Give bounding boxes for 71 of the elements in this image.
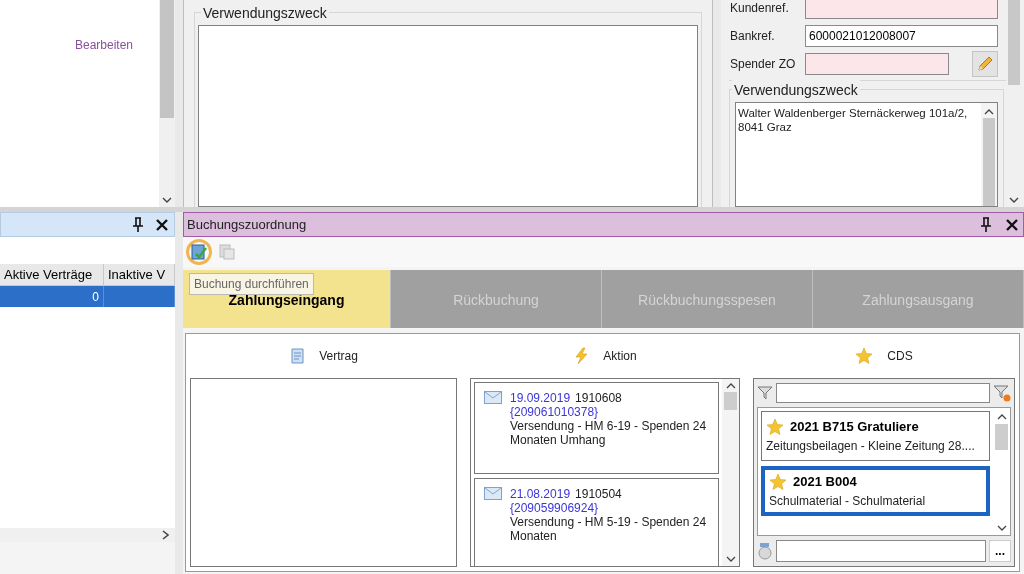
- input-field[interactable]: [776, 540, 986, 562]
- scroll-thumb[interactable]: [983, 118, 995, 206]
- text-area[interactable]: Walter Waldenberger Sternäckerweg 101a/2, 8041 Graz: [735, 102, 998, 207]
- column-header[interactable]: Inaktive V: [104, 264, 175, 286]
- action-text: Versendung - HM 6-19 - Spenden 24 Monaten Umhang: [510, 419, 708, 447]
- pin-icon[interactable]: [979, 216, 993, 233]
- input-field[interactable]: [805, 53, 949, 75]
- action-reference: {209059906924}: [510, 501, 600, 515]
- scroll-thumb[interactable]: [724, 392, 737, 410]
- cds-card[interactable]: 2021 B715 Gratuliere Zeitungsbeilagen - Kleine Zeitung 28....: [761, 411, 990, 461]
- address-text: Walter Waldenberger Sternäckerweg 101a/2, 8041 Graz: [737, 106, 969, 135]
- field-label: Bankref.: [729, 28, 776, 45]
- envelope-icon: [484, 391, 502, 404]
- star-icon: [855, 347, 874, 365]
- action-date: 21.08.2019: [510, 487, 571, 501]
- action-number: 1910504: [575, 487, 622, 501]
- filter-field[interactable]: [776, 383, 990, 403]
- field-label: Kundenref.: [729, 0, 790, 17]
- group-title: Verwendungszweck: [732, 80, 860, 101]
- list-box[interactable]: 2021 B715 Gratuliere Zeitungsbeilagen - Kleine Zeitung 28.... 2021 B004 Schulmaterial - Schulmaterial: [757, 407, 1011, 536]
- close-icon[interactable]: [155, 217, 169, 232]
- pencil-icon: [976, 55, 994, 73]
- envelope-icon: [484, 487, 502, 500]
- action-card[interactable]: 21.08.2019 1910504 {209059906924} Versendung - HM 5-19 - Spenden 24 Monaten: [474, 478, 719, 566]
- edit-button[interactable]: [972, 51, 998, 77]
- scroll-right-icon[interactable]: [162, 530, 169, 540]
- column-header[interactable]: Aktive Verträge: [0, 264, 104, 286]
- column-title: Aktion: [603, 348, 637, 365]
- document-check-icon: [191, 244, 207, 260]
- scrollbar[interactable]: [159, 0, 175, 207]
- edit-link[interactable]: Bearbeiten: [74, 36, 133, 51]
- cds-title: 2021 B715 Gratuliere: [790, 418, 919, 437]
- star-icon: [769, 473, 787, 491]
- tooltip: Buchung durchführen: [189, 273, 314, 295]
- list-box[interactable]: 19.09.2019 1910608 {209061010378} Versendung - HM 6-19 - Spenden 24 Monaten Umhang 21.08.2019 1910504 {209059906924} Versendung - HM 5-19 - Spenden 24 Monaten: [470, 378, 740, 567]
- pin-icon[interactable]: [131, 216, 145, 233]
- scroll-icon: [289, 347, 306, 365]
- pane-title: Buchungszuordnung: [187, 215, 308, 234]
- scroll-up-icon[interactable]: [725, 383, 736, 389]
- scroll-thumb[interactable]: [995, 424, 1008, 450]
- close-icon[interactable]: [1005, 217, 1019, 232]
- cds-text: Schulmaterial - Schulmaterial: [769, 492, 927, 510]
- action-number: 1910608: [575, 391, 622, 405]
- confirm-button[interactable]: [186, 239, 212, 265]
- input-field[interactable]: [805, 0, 998, 19]
- filter-icon[interactable]: [757, 385, 773, 401]
- scroll-down-icon[interactable]: [162, 197, 172, 203]
- filter-clear-icon[interactable]: [993, 384, 1011, 402]
- scroll-up-icon[interactable]: [984, 109, 994, 115]
- scroll-down-icon[interactable]: [1009, 197, 1019, 203]
- action-card[interactable]: 19.09.2019 1910608 {209061010378} Versendung - HM 6-19 - Spenden 24 Monaten Umhang: [474, 382, 719, 474]
- scrollbar[interactable]: [0, 528, 175, 542]
- star-icon: [766, 418, 784, 436]
- scroll-down-icon[interactable]: [996, 525, 1007, 531]
- scrollbar[interactable]: [722, 379, 739, 566]
- lightning-icon: [573, 347, 590, 365]
- cds-text: Zeitungsbeilagen - Kleine Zeitung 28....: [766, 437, 976, 455]
- column-title: CDS: [887, 348, 913, 365]
- table-row[interactable]: 0: [0, 286, 175, 307]
- action-text: Versendung - HM 5-19 - Spenden 24 Monaten: [510, 515, 708, 543]
- action-date: 19.09.2019: [510, 391, 571, 405]
- cds-title: 2021 B004: [793, 473, 857, 492]
- input-field[interactable]: 6000021012008007: [805, 25, 998, 47]
- action-reference: {209061010378}: [510, 405, 600, 419]
- more-button[interactable]: ...: [989, 540, 1011, 562]
- scroll-up-icon[interactable]: [996, 414, 1007, 420]
- column-title: Vertrag: [319, 348, 358, 365]
- scroll-down-icon[interactable]: [725, 556, 736, 562]
- table-cell-text: 0: [92, 288, 99, 306]
- cds-card[interactable]: 2021 B004 Schulmaterial - Schulmaterial: [761, 466, 990, 516]
- field-label: Spender ZO: [729, 56, 797, 73]
